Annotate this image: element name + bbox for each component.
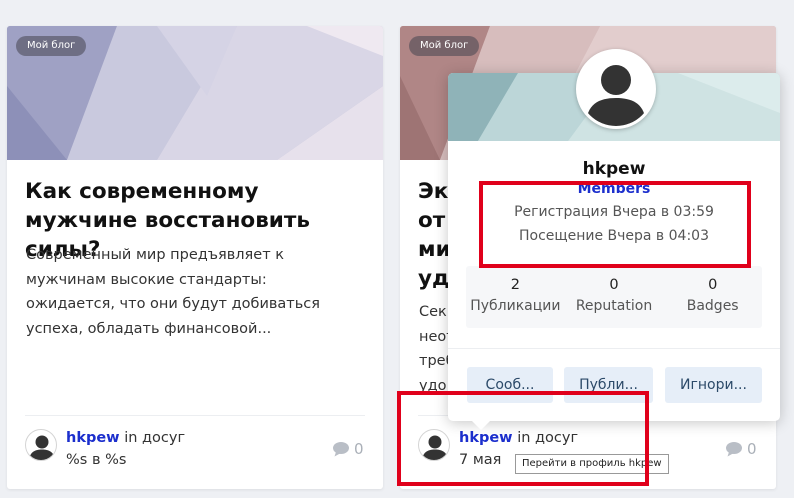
ignore-button[interactable]: Игнори... [665, 367, 762, 403]
stat-label: Reputation [575, 298, 653, 314]
stat-value: 0 [609, 277, 619, 293]
blog-badge[interactable]: Мой блог [409, 36, 480, 56]
stat-label: Публикации [470, 298, 561, 314]
divider [448, 348, 780, 349]
stat-badges: 0 Badges [663, 266, 762, 328]
in-word: in [124, 430, 138, 446]
speech-bubble-icon [333, 442, 349, 457]
highlight-box-profile-info [479, 181, 751, 268]
divider [25, 415, 365, 416]
author-line: hkpew in досуг [66, 430, 185, 446]
blog-badge[interactable]: Мой блог [16, 36, 87, 56]
comment-count[interactable]: 0 [725, 440, 757, 458]
post-excerpt: Современный мир предъявляет к мужчинам в… [26, 247, 320, 337]
stats-panel: 2 Публикации 0 Reputation 0 Badges [466, 266, 762, 328]
stat-value: 2 [510, 277, 520, 293]
user-silhouette-icon [586, 65, 646, 126]
card-cover-image[interactable]: Мой блог [7, 26, 383, 160]
comment-count[interactable]: 0 [332, 440, 364, 458]
hovercard-avatar[interactable] [576, 49, 656, 129]
user-silhouette-icon [29, 435, 55, 460]
stat-reputation: 0 Reputation [565, 266, 664, 328]
author-name-link[interactable]: hkpew [66, 430, 120, 446]
stat-publications: 2 Публикации [466, 266, 565, 328]
stat-value: 0 [708, 277, 718, 293]
stat-label: Badges [686, 298, 739, 314]
blog-card[interactable]: Мой блог Как современному мужчине восста… [7, 26, 383, 489]
post-date: %s в %s [66, 452, 127, 468]
category-link[interactable]: досуг [142, 430, 185, 446]
comment-count-value: 0 [747, 440, 757, 458]
comment-count-value: 0 [354, 440, 364, 458]
speech-bubble-icon [726, 442, 742, 457]
highlight-box-author [397, 391, 649, 486]
hovercard-username[interactable]: hkpew [448, 159, 780, 179]
author-avatar[interactable] [25, 429, 57, 461]
